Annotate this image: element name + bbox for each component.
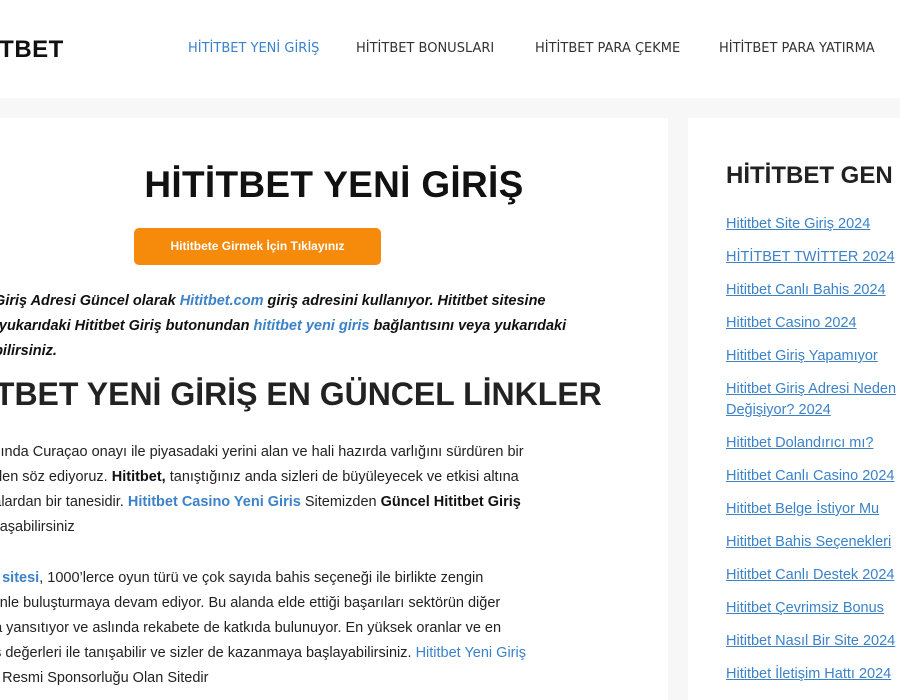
intro-text: abilirsiniz.: [0, 343, 57, 359]
nav-item-yeni-giris[interactable]: HİTİTBET YENİ GİRİŞ: [188, 41, 319, 56]
section-heading: İTBET YENİ GİRİŞ EN GÜNCEL LİNKLER: [0, 376, 602, 412]
enter-site-button[interactable]: Hititbete Girmek İçin Tıklayınız: [134, 228, 381, 265]
sidebar-title: HİTİTBET GEN: [726, 162, 893, 189]
sidebar-link[interactable]: Hititbet Nasıl Bir Site 2024: [726, 631, 900, 652]
nav-item-bonuslari[interactable]: HİTİTBET BONUSLARI: [356, 41, 494, 56]
paragraph-text: yılında Curaçao onayı ile piyasadaki yer…: [0, 444, 524, 460]
cta-wrapper: Hititbete Girmek İçin Tıklayınız: [134, 228, 381, 265]
sidebar: HİTİTBET GEN Hititbet Site Giriş 2024 Hİ…: [688, 118, 900, 700]
sidebar-link[interactable]: Hititbet Canlı Bahis 2024: [726, 280, 900, 301]
sidebar-link[interactable]: Hititbet Çevrimsiz Bonus: [726, 598, 900, 619]
sidebar-link[interactable]: Hititbet Giriş Adresi Neden Değişiyor? 2…: [726, 379, 900, 421]
sidebar-link[interactable]: Hititbet İletişim Hattı 2024: [726, 664, 900, 685]
sidebar-link[interactable]: Hititbet Canlı Destek 2024: [726, 565, 900, 586]
nav-item-para-cekme[interactable]: HİTİTBET PARA ÇEKME: [535, 41, 680, 56]
main-nav: HİTİTBET YENİ GİRİŞ HİTİTBET BONUSLARI H…: [0, 41, 900, 61]
article-paragraph-1: yılında Curaçao onayı ile piyasadaki yer…: [0, 440, 636, 540]
paragraph-text: kalardan bir tanesidir.: [0, 494, 128, 510]
casino-yeni-giris-link[interactable]: Hititbet Casino Yeni Giris: [128, 494, 301, 510]
bold-text: Güncel Hititbet Giriş: [380, 494, 521, 510]
paragraph-text: , 1000’lerce oyun türü ve çok sayıda bah…: [39, 570, 484, 586]
paragraph-text: da yansıtıyor ve aslında rekabete de kat…: [0, 620, 502, 636]
paragraph-text: nden söz ediyoruz.: [0, 469, 108, 485]
sidebar-link[interactable]: Hititbet Belge İstiyor Mu: [726, 499, 900, 520]
hititbet-com-link[interactable]: Hititbet.com: [180, 293, 264, 309]
intro-text: bağlantısını veya yukarıdaki: [369, 318, 567, 334]
paragraph-text: Sitemizden: [300, 494, 381, 510]
paragraph-text: izinle buluşturmaya devam ediyor. Bu ala…: [0, 595, 501, 611]
intro-text: i Giriş Adresi Güncel olarak: [0, 293, 180, 309]
sidebar-link[interactable]: Hititbet Bahis Seçenekleri: [726, 532, 900, 553]
sidebar-link[interactable]: HİTİTBET TWİTTER 2024: [726, 247, 900, 268]
bahis-sitesi-link[interactable]: is sitesi: [0, 570, 39, 586]
main-content: HİTİTBET YENİ GİRİŞ Hititbete Girmek İçi…: [0, 118, 668, 700]
sidebar-link[interactable]: Hititbet Dolandırıcı mı?: [726, 433, 900, 454]
paragraph-text: et Resmi Sponsorluğu Olan Sitedir: [0, 670, 209, 686]
sidebar-link[interactable]: Hititbet Casino 2024: [726, 313, 900, 334]
site-header: ITBET HİTİTBET YENİ GİRİŞ HİTİTBET BONUS…: [0, 0, 900, 98]
paragraph-text: us değerleri ile tanışabilir ve sizler d…: [0, 645, 416, 661]
intro-paragraph: i Giriş Adresi Güncel olarak Hititbet.co…: [0, 289, 626, 364]
bold-text: Hititbet,: [111, 469, 166, 485]
paragraph-text: tanıştığınız anda sizleri de büyüleyecek…: [165, 469, 519, 485]
sidebar-link-list: Hititbet Site Giriş 2024 HİTİTBET TWİTTE…: [726, 214, 900, 697]
article-paragraph-2: is sitesi, 1000’lerce oyun türü ve çok s…: [0, 566, 636, 691]
intro-text: giriş adresini kullanıyor. Hititbet site…: [263, 293, 546, 309]
hititbet-yeni-giris-inline-link[interactable]: Hititbet Yeni Giriş: [416, 645, 526, 661]
sidebar-link[interactable]: Hititbet Site Giriş 2024: [726, 214, 900, 235]
paragraph-text: Ulaşabilirsiniz: [0, 519, 75, 535]
page-title: HİTİTBET YENİ GİRİŞ: [144, 164, 524, 205]
sidebar-link[interactable]: Hititbet Canlı Casino 2024: [726, 466, 900, 487]
nav-item-para-yatirma[interactable]: HİTİTBET PARA YATIRMA: [719, 41, 875, 56]
intro-text: n yukarıdaki Hititbet Giriş butonundan: [0, 318, 254, 334]
sidebar-link[interactable]: Hititbet Giriş Yapamıyor: [726, 346, 900, 367]
hititbet-yeni-giris-link[interactable]: hititbet yeni giris: [253, 318, 369, 334]
